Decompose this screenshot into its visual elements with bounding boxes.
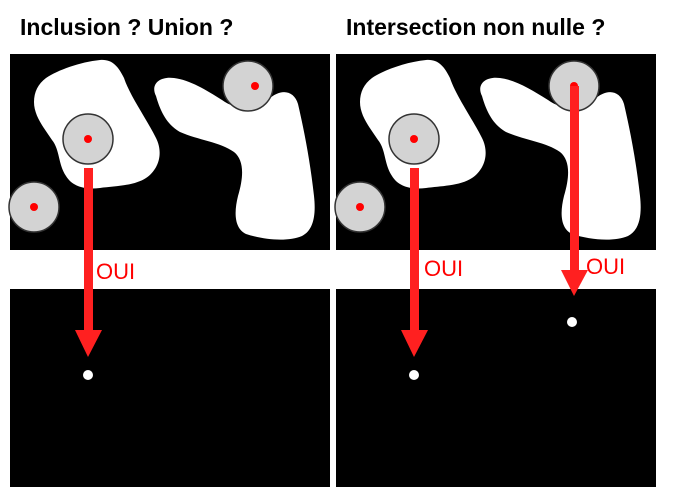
result-point [409, 370, 419, 380]
result-point [83, 370, 93, 380]
probe-disc [62, 113, 114, 165]
oui-label: OUI [586, 254, 625, 279]
panel-top-right [334, 54, 656, 250]
panel-bottom-left [10, 289, 330, 487]
probe-disc [222, 60, 274, 112]
probe-disc [8, 181, 60, 233]
probe-disc [388, 113, 440, 165]
panel-bottom-right [336, 289, 656, 487]
oui-label: OUI [96, 259, 135, 284]
oui-label: OUI [424, 256, 463, 281]
result-point [567, 317, 577, 327]
probe-disc [334, 181, 386, 233]
morphology-diagram: OUI OUI OUI [8, 54, 656, 487]
panel-top-left [8, 54, 330, 250]
